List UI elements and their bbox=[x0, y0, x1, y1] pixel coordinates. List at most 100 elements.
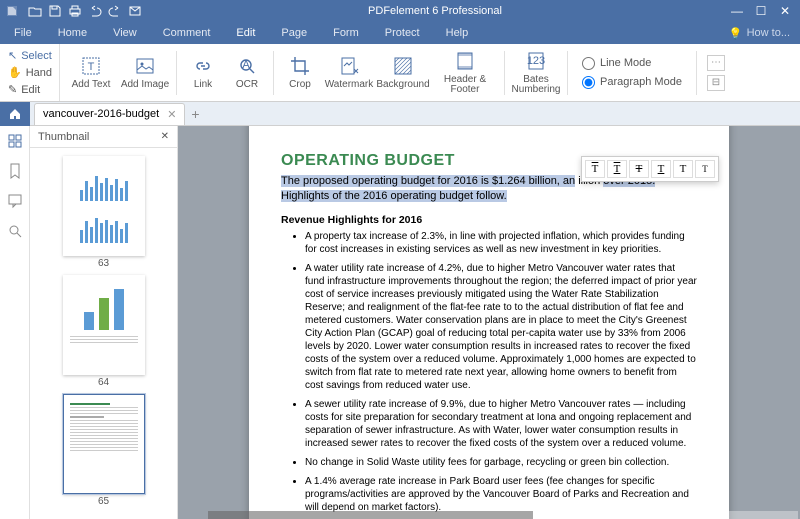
bookmarks-icon[interactable] bbox=[6, 162, 24, 180]
text-format-toolbar: T T T T T T bbox=[581, 156, 719, 182]
link-icon bbox=[192, 55, 214, 77]
redo-icon[interactable] bbox=[106, 2, 124, 20]
header-footer-icon bbox=[454, 50, 476, 72]
pencil-icon: ✎ bbox=[8, 83, 17, 96]
menu-view[interactable]: View bbox=[109, 25, 141, 41]
scrollbar-thumb[interactable] bbox=[208, 511, 533, 519]
list-item[interactable]: A property tax increase of 2.3%, in line… bbox=[305, 230, 697, 256]
undo-icon[interactable] bbox=[86, 2, 104, 20]
quick-access-toolbar bbox=[26, 2, 144, 20]
watermark-button[interactable]: Watermark bbox=[322, 47, 376, 99]
how-to-link[interactable]: 💡How to... bbox=[729, 27, 790, 40]
document-tabbar: vancouver-2016-budget ✕ + bbox=[0, 102, 800, 126]
minimize-button[interactable]: — bbox=[726, 2, 748, 20]
print-icon[interactable] bbox=[66, 2, 84, 20]
menu-page[interactable]: Page bbox=[277, 25, 311, 41]
add-text-button[interactable]: TAdd Text bbox=[64, 47, 118, 99]
menu-file[interactable]: File bbox=[10, 25, 36, 41]
background-button[interactable]: Background bbox=[376, 47, 430, 99]
app-title: PDFelement 6 Professional bbox=[144, 5, 726, 17]
thumbnail-panel-close-icon[interactable]: ✕ bbox=[161, 131, 169, 142]
titlebar: PDFelement 6 Professional — ☐ ✕ bbox=[0, 0, 800, 22]
header-footer-button[interactable]: Header & Footer bbox=[430, 47, 500, 99]
link-button[interactable]: Link bbox=[181, 47, 225, 99]
close-button[interactable]: ✕ bbox=[774, 2, 796, 20]
svg-text:T: T bbox=[88, 61, 95, 73]
thumbnail-page-number: 65 bbox=[98, 496, 109, 507]
home-tab-button[interactable] bbox=[0, 102, 30, 126]
menubar: File Home View Comment Edit Page Form Pr… bbox=[0, 22, 800, 44]
menu-help[interactable]: Help bbox=[442, 25, 473, 41]
search-icon[interactable] bbox=[6, 222, 24, 240]
format-option[interactable]: T bbox=[651, 160, 671, 178]
ocr-icon: A bbox=[236, 55, 258, 77]
list-item[interactable]: No change in Solid Waste utility fees fo… bbox=[305, 456, 697, 469]
crop-button[interactable]: Crop bbox=[278, 47, 322, 99]
thumbnail-item[interactable]: 63 bbox=[63, 156, 145, 269]
bates-numbering-button[interactable]: 123Bates Numbering bbox=[509, 47, 563, 99]
menu-home[interactable]: Home bbox=[54, 25, 91, 41]
select-tool[interactable]: ↖Select bbox=[8, 48, 59, 63]
lightbulb-icon: 💡 bbox=[729, 27, 743, 40]
hand-tool[interactable]: ✋Hand bbox=[8, 65, 59, 80]
document-tab[interactable]: vancouver-2016-budget ✕ bbox=[34, 103, 185, 125]
paragraph-mode-radio[interactable]: Paragraph Mode bbox=[582, 76, 682, 89]
mail-icon[interactable] bbox=[126, 2, 144, 20]
format-option[interactable]: T bbox=[585, 160, 605, 178]
thumbnail-item[interactable]: 64 bbox=[63, 275, 145, 388]
hand-icon: ✋ bbox=[8, 66, 22, 79]
doc-bullet-list: A property tax increase of 2.3%, in line… bbox=[281, 230, 697, 519]
menu-edit[interactable]: Edit bbox=[232, 25, 259, 41]
list-item[interactable]: A water utility rate increase of 4.2%, d… bbox=[305, 262, 697, 392]
thumbnail-panel: Thumbnail ✕ 63 64 65 bbox=[30, 126, 178, 519]
list-item[interactable]: A sewer utility rate increase of 9.9%, d… bbox=[305, 398, 697, 450]
svg-text:A: A bbox=[242, 59, 250, 71]
thumbnail-item[interactable]: 65 bbox=[63, 394, 145, 507]
settings-button[interactable]: ⊟ bbox=[707, 75, 725, 91]
thumbnail-page-number: 64 bbox=[98, 377, 109, 388]
add-image-button[interactable]: Add Image bbox=[118, 47, 172, 99]
app-logo-icon bbox=[4, 3, 20, 19]
menu-comment[interactable]: Comment bbox=[159, 25, 215, 41]
crop-icon bbox=[289, 55, 311, 77]
text-icon: T bbox=[80, 55, 102, 77]
ribbon-tools: ↖Select ✋Hand ✎Edit bbox=[0, 44, 60, 101]
thumbnails-icon[interactable] bbox=[6, 132, 24, 150]
format-option[interactable]: T bbox=[695, 160, 715, 178]
image-icon bbox=[134, 55, 156, 77]
doc-subtitle: Revenue Highlights for 2016 bbox=[281, 214, 697, 226]
thumbnail-page-number: 63 bbox=[98, 258, 109, 269]
open-icon[interactable] bbox=[26, 2, 44, 20]
format-option[interactable]: T bbox=[673, 160, 693, 178]
ribbon: ↖Select ✋Hand ✎Edit TAdd Text Add Image … bbox=[0, 44, 800, 102]
annotations-icon[interactable] bbox=[6, 192, 24, 210]
background-icon bbox=[392, 55, 414, 77]
list-item[interactable]: A 1.4% average rate increase in Park Boa… bbox=[305, 475, 697, 514]
horizontal-scrollbar[interactable] bbox=[208, 511, 798, 519]
tab-close-icon[interactable]: ✕ bbox=[167, 108, 176, 121]
thumbnail-panel-title: Thumbnail bbox=[38, 131, 89, 143]
watermark-icon bbox=[338, 55, 360, 77]
save-icon[interactable] bbox=[46, 2, 64, 20]
maximize-button[interactable]: ☐ bbox=[750, 2, 772, 20]
format-option[interactable]: T bbox=[629, 160, 649, 178]
menu-protect[interactable]: Protect bbox=[381, 25, 424, 41]
svg-text:123: 123 bbox=[527, 55, 545, 67]
edit-mode-group: Line Mode Paragraph Mode bbox=[572, 57, 692, 89]
thumbnail-list[interactable]: 63 64 65 bbox=[30, 148, 177, 519]
format-option[interactable]: T bbox=[607, 160, 627, 178]
document-canvas[interactable]: OPERATING BUDGET The proposed operating … bbox=[178, 126, 800, 519]
line-mode-radio[interactable]: Line Mode bbox=[582, 57, 682, 70]
thumbnail-panel-header: Thumbnail ✕ bbox=[30, 126, 177, 148]
tab-title: vancouver-2016-budget bbox=[43, 108, 159, 120]
edit-tool[interactable]: ✎Edit bbox=[8, 82, 59, 97]
more-options-button[interactable]: ⋯ bbox=[707, 55, 725, 71]
add-tab-button[interactable]: + bbox=[191, 106, 199, 122]
left-gutter bbox=[0, 126, 30, 519]
document-page: OPERATING BUDGET The proposed operating … bbox=[249, 126, 729, 519]
bates-icon: 123 bbox=[525, 50, 547, 72]
cursor-icon: ↖ bbox=[8, 49, 17, 62]
ocr-button[interactable]: AOCR bbox=[225, 47, 269, 99]
workspace: Thumbnail ✕ 63 64 65 OPERATING BUDGET Th… bbox=[0, 126, 800, 519]
menu-form[interactable]: Form bbox=[329, 25, 363, 41]
